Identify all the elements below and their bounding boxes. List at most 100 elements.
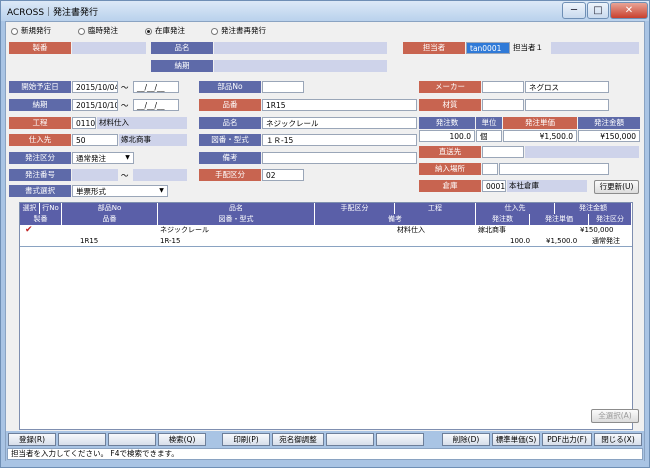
blank-button-1[interactable] (58, 433, 106, 446)
bikou-label: 備考 (199, 152, 261, 164)
hacchu-bangou-to (133, 169, 187, 181)
grid-header-lineno[interactable]: 行No (40, 203, 62, 214)
row-update-button[interactable]: 行更新(U) (594, 180, 639, 194)
hinmei-header-label: 品名 (151, 42, 213, 54)
zuban-input[interactable]: １Ｒ-15 (262, 134, 417, 146)
grid-header-tehai[interactable]: 手配区分 (315, 203, 395, 214)
kaishi-to-input[interactable]: __/__/__ (133, 81, 179, 93)
tani-label: 単位 (476, 117, 502, 129)
hacchu-kubun-value: 通常発注 (76, 154, 106, 163)
seiban-value (72, 42, 146, 54)
print-button[interactable]: 印刷(P) (222, 433, 270, 446)
kaishi-from-input[interactable]: 2015/10/04 (72, 81, 118, 93)
chokusou-code-input[interactable] (482, 146, 524, 158)
grid-header-hinmei[interactable]: 品名 (158, 203, 315, 214)
row-select-checkbox[interactable]: ✔ (25, 225, 33, 236)
standard-price-button[interactable]: 標準単価(S) (492, 433, 540, 446)
blank-button-3[interactable] (326, 433, 374, 446)
blank-button-4[interactable] (376, 433, 424, 446)
koutei-code-input[interactable]: 0110 (72, 117, 96, 129)
radio-new[interactable] (11, 28, 18, 35)
hacchu-tanka-input[interactable]: ¥1,500.0 (503, 130, 577, 142)
souko-code-input[interactable]: 0001 (482, 180, 506, 192)
nouki-to-input[interactable]: __/__/__ (133, 99, 179, 111)
hacchu-kingaku-value: ¥150,000 (578, 130, 640, 142)
zaishitsu-code-input[interactable] (482, 99, 524, 111)
tani-input[interactable]: 個 (476, 130, 502, 142)
hinmei-input[interactable]: ネジックレール (262, 117, 417, 129)
bikou-input[interactable] (262, 152, 417, 164)
grid-header-suu[interactable]: 発注数 (476, 214, 530, 225)
zaishitsu-name-input[interactable] (525, 99, 609, 111)
maker-name-input[interactable]: ネグロス (525, 81, 609, 93)
tantousha-name: 担当者１ (513, 43, 543, 52)
hacchu-kingaku-label: 発注金額 (578, 117, 640, 129)
register-button[interactable]: 登録(R) (8, 433, 56, 446)
hinban-input[interactable]: 1R15 (262, 99, 417, 111)
nounyu-basho-code-input[interactable] (482, 163, 498, 175)
grid-header-seiban[interactable]: 製番 (20, 214, 62, 225)
buhin-no-input[interactable] (262, 81, 304, 93)
nouki-header-label: 納期 (151, 60, 213, 72)
row-suu: 100.0 (510, 237, 531, 245)
souko-label: 倉庫 (419, 180, 481, 192)
hacchu-bangou-from (72, 169, 118, 181)
hacchu-suu-label: 発注数 (419, 117, 475, 129)
nounyu-basho-label: 納入場所 (419, 163, 481, 175)
grid-header-kubun[interactable]: 発注区分 (589, 214, 632, 225)
window-title: ACROSS｜発注書発行 (7, 8, 99, 18)
hacchu-bangou-tilde: ～ (121, 171, 129, 180)
pdf-export-button[interactable]: PDF出力(F) (542, 433, 592, 446)
hacchu-bangou-label: 発注番号 (9, 169, 71, 181)
nounyu-basho-name-input[interactable] (499, 163, 609, 175)
row-zuban: 1R-15 (160, 237, 181, 245)
tantousha-name-area (551, 42, 639, 54)
close-form-button[interactable]: 閉じる(X) (594, 433, 642, 446)
grid-header-bikou[interactable]: 備考 (315, 214, 476, 225)
grid-header-select[interactable]: 選択 (20, 203, 40, 214)
radio-stock[interactable] (145, 28, 152, 35)
chokusou-name-area (525, 146, 639, 158)
row-koutei: 材料仕入 (397, 226, 425, 234)
hinmei-header-value (214, 42, 387, 54)
grid-header-shiiresaki[interactable]: 仕入先 (476, 203, 555, 214)
tehai-kubun-label: 手配区分 (199, 169, 261, 181)
hacchu-kubun-select[interactable]: 通常発注 ▼ (72, 152, 134, 164)
koutei-label: 工程 (9, 117, 71, 129)
seiban-label: 製番 (9, 42, 71, 54)
tehai-kubun-input[interactable]: 02 (262, 169, 304, 181)
shiiresaki-label: 仕入先 (9, 134, 71, 146)
close-button[interactable]: ✕ (610, 2, 648, 19)
blank-button-2[interactable] (108, 433, 156, 446)
row-kubun: 通常発注 (592, 237, 620, 245)
shoshiki-select[interactable]: 単票形式 ▼ (72, 185, 168, 197)
table-row[interactable]: ✔ ネジックレール 材料仕入 嫁北商事 ¥150,000 1R15 1R-15 … (20, 225, 632, 247)
tantousha-label: 担当者 (403, 42, 465, 54)
hacchu-suu-input[interactable]: 100.0 (419, 130, 475, 142)
grid-header-koutei[interactable]: 工程 (395, 203, 476, 214)
maximize-button[interactable]: □ (587, 2, 609, 19)
shiiresaki-name: 嫁北商事 (121, 135, 151, 144)
nouki-from-input[interactable]: 2015/10/10 (72, 99, 118, 111)
search-button[interactable]: 検索(Q) (158, 433, 206, 446)
grid-header-hinban[interactable]: 品番 (62, 214, 158, 225)
radio-reissue[interactable] (211, 28, 218, 35)
nouki-tilde: ～ (121, 101, 129, 110)
maker-code-input[interactable] (482, 81, 524, 93)
tantousha-code-input[interactable]: tan0001 (466, 42, 510, 54)
grid-header-tanka[interactable]: 発注単価 (530, 214, 589, 225)
grid-header-buhin-no[interactable]: 部品No (62, 203, 158, 214)
chevron-down-icon: ▼ (159, 187, 164, 194)
select-all-button[interactable]: 全選択(A) (591, 409, 639, 423)
radio-new-label: 新規発行 (21, 26, 51, 35)
kaishi-yotei-label: 開始予定日 (9, 81, 71, 93)
delete-button[interactable]: 削除(D) (442, 433, 490, 446)
shiiresaki-code-input[interactable]: 50 (72, 134, 118, 146)
grid-header-kingaku[interactable]: 発注金額 (555, 203, 632, 214)
address-adjust-button[interactable]: 宛名御調整 (272, 433, 324, 446)
row-shiiresaki: 嫁北商事 (478, 226, 506, 234)
status-bar: 担当者を入力してください。 F4で検索できます。 (7, 448, 643, 460)
grid-header-zuban[interactable]: 図番・型式 (158, 214, 315, 225)
minimize-button[interactable]: ─ (562, 2, 586, 19)
radio-temporary[interactable] (78, 28, 85, 35)
